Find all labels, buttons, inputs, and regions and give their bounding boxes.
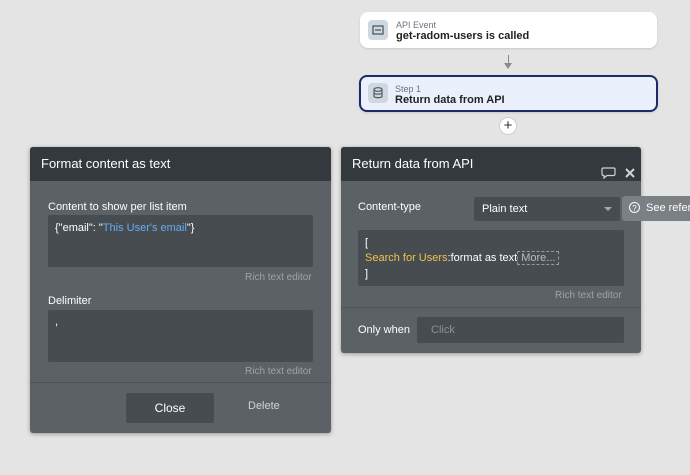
format-content-panel: Format content as text Content to show p… bbox=[30, 147, 331, 433]
event-subtitle: API Event bbox=[396, 20, 437, 30]
step-title: Return data from API bbox=[395, 94, 505, 106]
content-editor[interactable]: {"email": "This User's email"} bbox=[48, 215, 313, 267]
help-icon: ? bbox=[629, 202, 640, 213]
content-suffix: "} bbox=[186, 222, 195, 234]
content-type-dropdown[interactable]: Plain text bbox=[474, 197, 620, 221]
only-when-input[interactable]: Click bbox=[417, 317, 624, 343]
content-dynamic-value[interactable]: This User's email bbox=[103, 222, 187, 234]
delimiter-label: Delimiter bbox=[48, 295, 92, 307]
content-expression: {"email": "This User's email"} bbox=[55, 222, 194, 234]
see-reference-button[interactable]: ? See refer bbox=[622, 196, 690, 221]
dynamic-search-users[interactable]: Search for Users bbox=[365, 252, 448, 264]
return-panel-title: Return data from API bbox=[341, 147, 641, 181]
return-data-panel: Return data from API Content-type Plain … bbox=[341, 147, 641, 353]
response-line-open: [ bbox=[365, 237, 369, 249]
step-subtitle: Step 1 bbox=[395, 84, 422, 94]
flow-arrow-icon bbox=[504, 63, 512, 69]
event-card[interactable]: API Event get-radom-users is called bbox=[360, 12, 657, 48]
content-prefix: {"email": " bbox=[55, 222, 103, 234]
response-editor[interactable]: [ Search for Users:format as text More...… bbox=[358, 230, 624, 286]
comment-icon[interactable] bbox=[601, 158, 616, 192]
delete-button[interactable]: Delete bbox=[248, 400, 280, 412]
database-icon bbox=[368, 83, 388, 103]
format-panel-title: Format content as text bbox=[30, 147, 331, 181]
close-icon[interactable] bbox=[624, 158, 636, 192]
delimiter-editor[interactable]: , bbox=[48, 310, 313, 362]
rich-text-hint: Rich text editor bbox=[245, 366, 312, 377]
only-when-label: Only when bbox=[358, 324, 410, 336]
divider bbox=[341, 307, 641, 308]
chevron-down-icon bbox=[604, 207, 612, 211]
response-expression: Search for Users:format as text More... bbox=[365, 251, 560, 265]
step-card[interactable]: Step 1 Return data from API bbox=[359, 75, 658, 112]
api-event-icon bbox=[368, 20, 388, 40]
return-panel-title-text: Return data from API bbox=[352, 156, 474, 171]
rich-text-hint: Rich text editor bbox=[555, 290, 622, 301]
add-step-icon[interactable]: + bbox=[499, 117, 517, 135]
content-label: Content to show per list item bbox=[48, 201, 187, 213]
only-when-placeholder: Click bbox=[431, 324, 455, 336]
see-reference-label: See refer bbox=[646, 202, 690, 214]
divider bbox=[30, 382, 331, 383]
event-title: get-radom-users is called bbox=[396, 30, 530, 42]
content-type-label: Content-type bbox=[358, 201, 421, 213]
response-line-close: ] bbox=[365, 268, 369, 280]
expression-operator[interactable]: :format as text bbox=[448, 252, 518, 264]
more-link[interactable]: More... bbox=[517, 251, 560, 265]
content-type-value: Plain text bbox=[482, 203, 528, 215]
delimiter-value: , bbox=[55, 316, 59, 328]
rich-text-hint: Rich text editor bbox=[245, 272, 312, 283]
close-button[interactable]: Close bbox=[126, 393, 214, 423]
